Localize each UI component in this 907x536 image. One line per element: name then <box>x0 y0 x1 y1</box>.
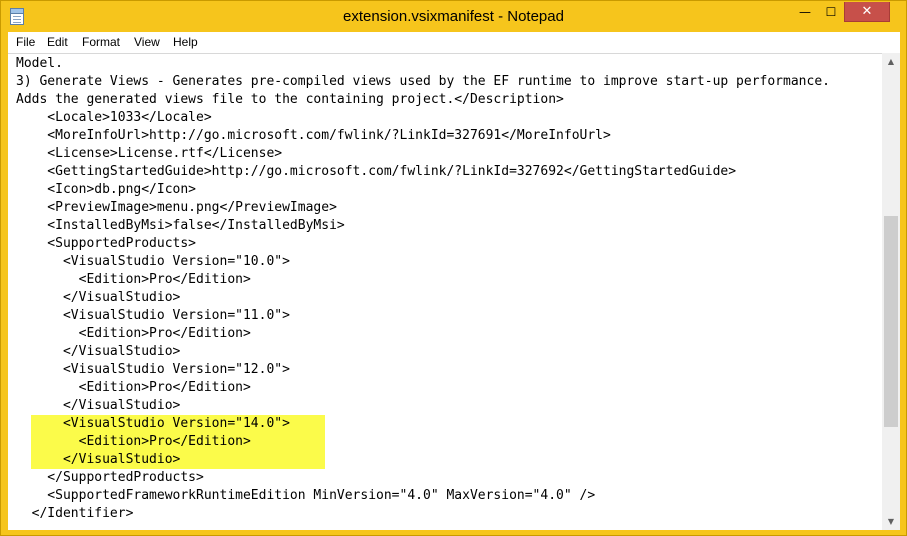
text-line: </Identifier> <box>16 506 134 521</box>
text-line: <Locale>1033</Locale> <box>16 110 212 125</box>
text-line: <Edition>Pro</Edition> <box>16 380 251 395</box>
text-line: </SupportedProducts> <box>16 470 204 485</box>
menu-format[interactable]: Format <box>82 32 120 52</box>
text-line: <GettingStartedGuide>http://go.microsoft… <box>16 164 737 179</box>
text-line: </VisualStudio> <box>16 452 181 467</box>
text-editor[interactable]: Model. 3) Generate Views - Generates pre-… <box>8 53 882 530</box>
text-line: <VisualStudio Version="12.0"> <box>16 362 290 377</box>
text-line: <Icon>db.png</Icon> <box>16 182 197 197</box>
minimize-button[interactable]: — <box>792 2 818 22</box>
title-bar[interactable]: extension.vsixmanifest - Notepad — ☐ ✕ <box>1 1 906 32</box>
vertical-scrollbar[interactable]: ▲ ▼ <box>882 53 900 530</box>
text-line: </VisualStudio> <box>16 344 181 359</box>
text-line: <InstalledByMsi>false</InstalledByMsi> <box>16 218 345 233</box>
notepad-window: extension.vsixmanifest - Notepad — ☐ ✕ F… <box>0 0 907 536</box>
text-line: Model. <box>16 56 63 71</box>
scroll-down-arrow-icon[interactable]: ▼ <box>882 513 900 530</box>
text-line: <MoreInfoUrl>http://go.microsoft.com/fwl… <box>16 128 611 143</box>
text-line: <PreviewImage>menu.png</PreviewImage> <box>16 200 337 215</box>
window-title: extension.vsixmanifest - Notepad <box>343 8 564 25</box>
text-line: </VisualStudio> <box>16 290 181 305</box>
text-line: <VisualStudio Version="10.0"> <box>16 254 290 269</box>
menu-file[interactable]: File <box>16 32 35 52</box>
maximize-button[interactable]: ☐ <box>818 2 844 22</box>
text-line: <SupportedFrameworkRuntimeEdition MinVer… <box>16 488 596 503</box>
text-line: 3) Generate Views - Generates pre-compil… <box>16 74 830 89</box>
text-line: <VisualStudio Version="14.0"> <box>16 416 290 431</box>
close-button[interactable]: ✕ <box>844 2 890 22</box>
text-line: <SupportedProducts> <box>16 236 197 251</box>
text-line: <VisualStudio Version="11.0"> <box>16 308 290 323</box>
text-line: Adds the generated views file to the con… <box>16 92 564 107</box>
scroll-up-arrow-icon[interactable]: ▲ <box>882 53 900 70</box>
scrollbar-thumb[interactable] <box>884 216 898 427</box>
text-line: </VisualStudio> <box>16 398 181 413</box>
menu-bar: File Edit Format View Help <box>8 32 900 52</box>
menu-edit[interactable]: Edit <box>47 32 68 52</box>
text-line: <Edition>Pro</Edition> <box>16 326 251 341</box>
notepad-client-area: File Edit Format View Help Model. 3) Gene… <box>8 32 900 530</box>
text-line: <Edition>Pro</Edition> <box>16 272 251 287</box>
text-line: <License>License.rtf</License> <box>16 146 283 161</box>
text-line: <Edition>Pro</Edition> <box>16 434 251 449</box>
menu-view[interactable]: View <box>134 32 160 52</box>
menu-help[interactable]: Help <box>173 32 198 52</box>
